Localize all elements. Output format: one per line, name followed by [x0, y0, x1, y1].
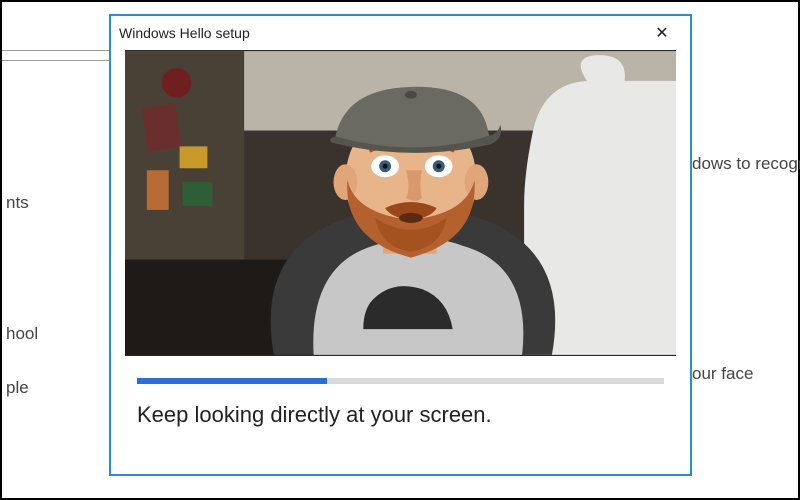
dialog-titlebar: Windows Hello setup ✕ — [111, 16, 690, 50]
camera-illustration — [125, 50, 676, 356]
bg-text-people: ple — [6, 378, 29, 398]
instruction-text: Keep looking directly at your screen. — [137, 402, 664, 428]
bg-text-school: hool — [6, 324, 38, 344]
bg-text-yourface: our face — [692, 364, 753, 384]
bg-text-recognize: dows to recogniz — [692, 154, 800, 174]
close-button[interactable]: ✕ — [642, 18, 682, 48]
bg-divider-2 — [2, 50, 109, 51]
bg-text-accounts: nts — [6, 193, 29, 213]
bg-divider-1 — [2, 60, 109, 61]
close-icon: ✕ — [655, 23, 668, 43]
dialog-title: Windows Hello setup — [119, 25, 250, 41]
scan-progress-fill — [137, 378, 327, 384]
scan-progress — [137, 378, 664, 384]
screenshot-stage: nts hool ple dows to recogniz our face W… — [0, 0, 800, 500]
hello-setup-dialog: Windows Hello setup ✕ — [109, 14, 692, 476]
camera-preview — [125, 50, 676, 356]
